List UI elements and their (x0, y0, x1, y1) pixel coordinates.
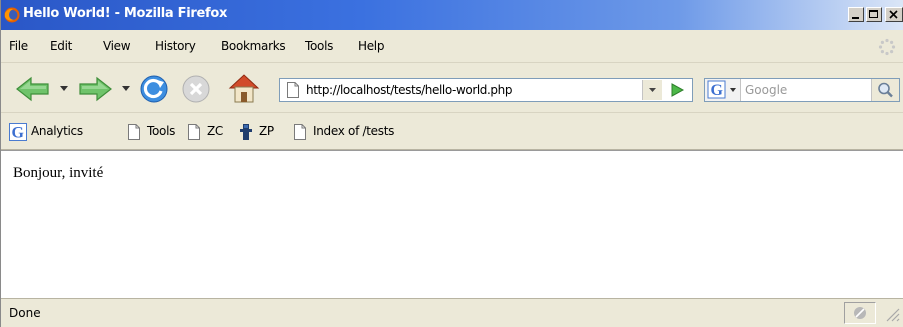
bookmark-label: Tools (147, 124, 176, 138)
search-bar: G (704, 78, 900, 102)
greeting-text: Bonjour, invité (13, 165, 104, 181)
throbber-icon (878, 38, 896, 56)
close-button[interactable] (885, 7, 903, 22)
go-button[interactable] (664, 80, 690, 100)
menu-view[interactable]: View (103, 39, 131, 53)
search-input[interactable] (745, 83, 865, 97)
url-history-dropdown[interactable] (642, 80, 662, 100)
zp-icon (240, 124, 252, 140)
menu-bookmarks[interactable]: Bookmarks (221, 39, 286, 53)
forward-arrow-icon[interactable] (77, 75, 113, 103)
bookmark-index-of-tests[interactable]: Index of /tests (291, 123, 421, 141)
home-icon[interactable] (227, 72, 261, 104)
url-text[interactable]: http://localhost/tests/hello-world.php (306, 83, 512, 97)
status-text: Done (9, 306, 41, 320)
page-icon (128, 124, 140, 140)
status-panel (844, 302, 876, 324)
stop-icon[interactable] (180, 73, 212, 105)
page-icon (188, 124, 200, 140)
maximize-icon (869, 10, 878, 18)
bookmark-zc[interactable]: ZC (185, 123, 231, 141)
menu-tools[interactable]: Tools (305, 39, 333, 53)
security-status-icon (854, 307, 866, 319)
bookmark-label: Analytics (31, 124, 83, 138)
back-arrow-icon[interactable] (15, 75, 51, 103)
firefox-icon (4, 7, 20, 23)
title-bar[interactable]: Hello World! - Mozilla Firefox (1, 0, 903, 30)
forward-history-chevron-down-icon[interactable] (121, 85, 131, 93)
close-icon (889, 10, 898, 19)
magnifier-icon (878, 82, 893, 98)
menu-help[interactable]: Help (358, 39, 384, 53)
bookmark-label: Index of /tests (313, 124, 395, 138)
window-title: Hello World! - Mozilla Firefox (23, 6, 228, 21)
bookmark-analytics[interactable]: G Analytics (9, 123, 119, 141)
page-icon (287, 82, 299, 98)
bookmark-zp[interactable]: ZP (237, 123, 281, 141)
search-engine-selector[interactable]: G (705, 79, 741, 101)
page-content: Bonjour, invité (1, 150, 903, 298)
browser-window: Hello World! - Mozilla Firefox File Edit… (0, 0, 903, 327)
google-icon: G (9, 123, 27, 141)
menu-history[interactable]: History (155, 39, 196, 53)
status-bar: Done (1, 298, 903, 327)
maximize-button[interactable] (866, 7, 882, 22)
menu-file[interactable]: File (9, 39, 28, 53)
minimize-button[interactable] (848, 7, 864, 22)
chevron-down-icon (649, 88, 656, 92)
back-history-chevron-down-icon[interactable] (59, 85, 69, 93)
search-button[interactable] (871, 79, 899, 101)
page-icon (294, 124, 306, 140)
svg-text:G: G (12, 125, 25, 142)
bookmark-label: ZC (207, 124, 223, 138)
bookmark-label: ZP (259, 124, 274, 138)
address-bar[interactable]: http://localhost/tests/hello-world.php (279, 78, 693, 102)
menu-bar: File Edit View History Bookmarks Tools H… (1, 30, 903, 63)
resize-grip-icon[interactable] (881, 303, 901, 323)
reload-icon[interactable] (138, 73, 170, 105)
bookmarks-toolbar: G Analytics Tools ZC ZP Index of /tests (1, 113, 903, 150)
menu-edit[interactable]: Edit (50, 39, 72, 53)
navigation-toolbar: http://localhost/tests/hello-world.php G (1, 63, 903, 113)
google-icon: G (707, 80, 736, 99)
minimize-icon (852, 17, 859, 19)
svg-text:G: G (711, 82, 724, 99)
